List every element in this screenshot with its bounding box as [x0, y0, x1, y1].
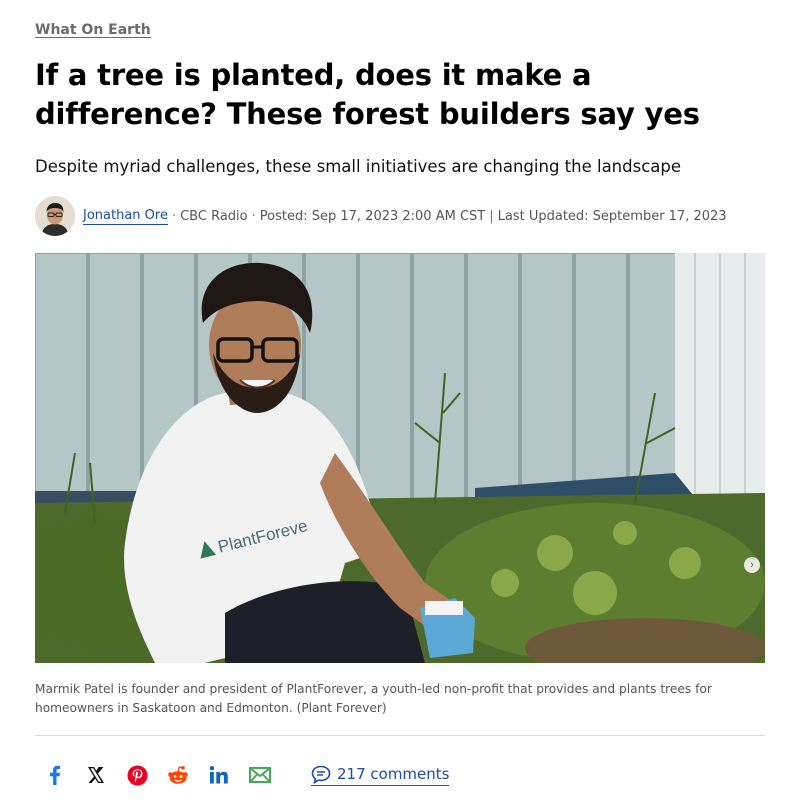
author-avatar[interactable]	[35, 196, 75, 236]
byline-outlet: CBC Radio	[180, 208, 248, 224]
gallery-next-button[interactable]: ›	[744, 557, 760, 573]
reddit-share-button[interactable]	[163, 760, 193, 790]
x-share-button[interactable]	[81, 760, 111, 790]
email-icon	[249, 767, 271, 783]
comment-icon	[311, 765, 331, 784]
divider	[35, 735, 765, 736]
byline-updated: Last Updated: September 17, 2023	[497, 208, 727, 224]
byline-dot: ·	[171, 208, 177, 224]
facebook-share-button[interactable]	[40, 760, 70, 790]
article-photo: PlantForeve	[35, 253, 765, 663]
pinterest-icon	[127, 765, 147, 785]
article-dek: Despite myriad challenges, these small i…	[35, 157, 682, 176]
author-avatar-image	[35, 196, 75, 236]
email-share-button[interactable]	[245, 760, 275, 790]
linkedin-share-button[interactable]	[204, 760, 234, 790]
byline-dot: ·	[251, 208, 256, 224]
x-icon	[88, 767, 104, 783]
section-link[interactable]: What On Earth	[35, 22, 151, 38]
byline-divider: |	[489, 208, 494, 224]
pinterest-share-button[interactable]	[122, 760, 152, 790]
byline-posted: Posted: Sep 17, 2023 2:00 AM CST	[259, 208, 486, 224]
author-link[interactable]: Jonathan Ore	[83, 208, 168, 225]
linkedin-icon	[209, 766, 228, 784]
facebook-icon	[50, 765, 61, 785]
byline: Jonathan Ore · CBC Radio · Posted: Sep 1…	[35, 196, 775, 236]
headline: If a tree is planted, does it make a dif…	[35, 58, 700, 131]
comments-count-label: 217 comments	[337, 765, 450, 783]
reddit-icon	[168, 766, 188, 784]
comments-link[interactable]: 217 comments	[311, 765, 450, 786]
share-bar: 217 comments	[35, 760, 765, 790]
photo-caption: Marmik Patel is founder and president of…	[35, 682, 712, 715]
